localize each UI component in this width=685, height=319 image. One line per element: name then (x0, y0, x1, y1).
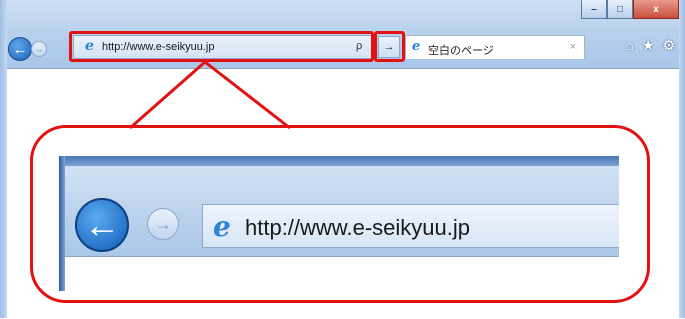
callout-line-right (204, 60, 291, 130)
callout-line-left (129, 60, 206, 130)
zoom-callout-outline (30, 125, 650, 303)
